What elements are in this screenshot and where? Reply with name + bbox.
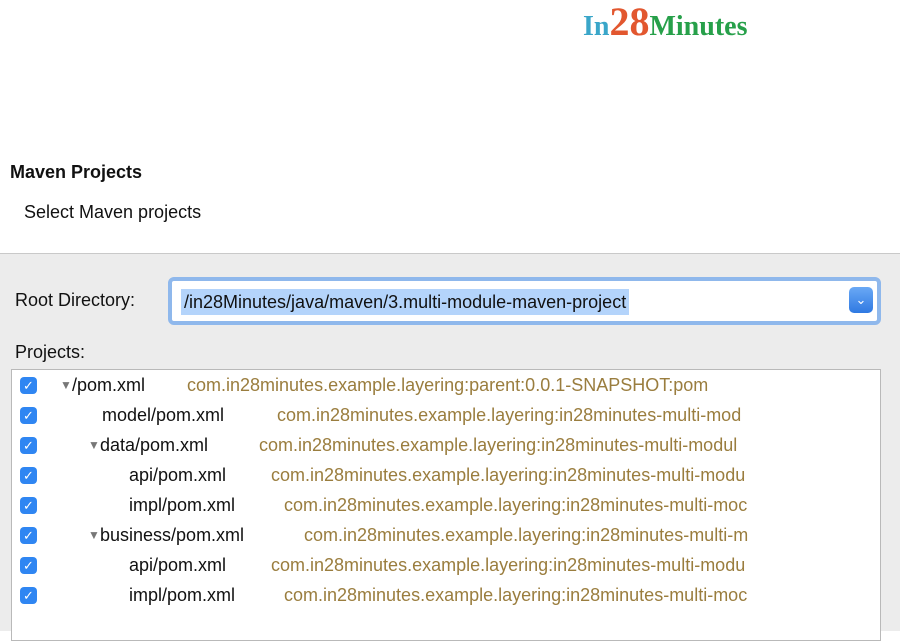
projects-tree[interactable]: ✓ ▼ /pom.xml com.in28minutes.example.lay… [11, 369, 881, 641]
dialog-body: Root Directory: /in28Minutes/java/maven/… [0, 254, 900, 641]
dialog-subtitle: Select Maven projects [24, 202, 202, 222]
root-directory-label: Root Directory: [15, 290, 136, 310]
project-row[interactable]: ✓ api/pom.xml com.in28minutes.example.la… [12, 550, 880, 581]
root-directory-combo[interactable]: /in28Minutes/java/maven/3.multi-module-m… [168, 277, 881, 325]
triangle-down-icon[interactable]: ▼ [60, 370, 72, 401]
checkmark-icon[interactable]: ✓ [20, 557, 37, 574]
checkmark-icon[interactable]: ✓ [20, 527, 37, 544]
project-coordinates: com.in28minutes.example.layering:in28min… [259, 435, 738, 455]
logo-part-minutes: Minutes [649, 11, 748, 42]
checkmark-icon[interactable]: ✓ [20, 377, 37, 394]
project-name: api/pom.xml [129, 555, 227, 575]
chevron-down-icon[interactable]: ⌄ [849, 287, 873, 313]
project-row[interactable]: ✓ api/pom.xml com.in28minutes.example.la… [12, 460, 880, 491]
project-name: api/pom.xml [129, 465, 227, 485]
project-coordinates: com.in28minutes.example.layering:in28min… [271, 555, 746, 575]
project-row[interactable]: ✓ ▼ business/pom.xml com.in28minutes.exa… [12, 520, 880, 551]
in28minutes-logo: In28Minutes [583, 2, 747, 42]
projects-label: Projects: [15, 342, 86, 362]
project-coordinates: com.in28minutes.example.layering:in28min… [271, 465, 746, 485]
project-coordinates: com.in28minutes.example.layering:parent:… [187, 375, 709, 395]
root-directory-value[interactable]: /in28Minutes/java/maven/3.multi-module-m… [181, 289, 630, 315]
project-row[interactable]: ✓ ▼ /pom.xml com.in28minutes.example.lay… [12, 370, 880, 401]
project-name: impl/pom.xml [129, 585, 236, 605]
project-coordinates: com.in28minutes.example.layering:in28min… [304, 525, 749, 545]
project-row[interactable]: ✓ impl/pom.xml com.in28minutes.example.l… [12, 580, 880, 611]
project-coordinates: com.in28minutes.example.layering:in28min… [284, 585, 748, 605]
project-name: data/pom.xml [100, 435, 209, 455]
logo-part-in: In [583, 11, 610, 42]
project-coordinates: com.in28minutes.example.layering:in28min… [284, 495, 748, 515]
project-name: /pom.xml [72, 375, 146, 395]
checkmark-icon[interactable]: ✓ [20, 587, 37, 604]
dialog-title: Maven Projects [10, 162, 143, 182]
dialog-header: Maven Projects Select Maven projects [0, 150, 900, 254]
checkmark-icon[interactable]: ✓ [20, 497, 37, 514]
project-row[interactable]: ✓ ▼ data/pom.xml com.in28minutes.example… [12, 430, 880, 461]
project-row[interactable]: ✓ impl/pom.xml com.in28minutes.example.l… [12, 490, 880, 521]
checkmark-icon[interactable]: ✓ [20, 437, 37, 454]
triangle-down-icon[interactable]: ▼ [88, 520, 100, 551]
project-name: impl/pom.xml [129, 495, 236, 515]
checkmark-icon[interactable]: ✓ [20, 467, 37, 484]
project-name: business/pom.xml [100, 525, 245, 545]
project-row[interactable]: ✓ model/pom.xml com.in28minutes.example.… [12, 400, 880, 431]
project-name: model/pom.xml [102, 405, 225, 425]
triangle-down-icon[interactable]: ▼ [88, 430, 100, 461]
checkmark-icon[interactable]: ✓ [20, 407, 37, 424]
project-coordinates: com.in28minutes.example.layering:in28min… [277, 405, 742, 425]
logo-part-28: 28 [609, 0, 650, 44]
